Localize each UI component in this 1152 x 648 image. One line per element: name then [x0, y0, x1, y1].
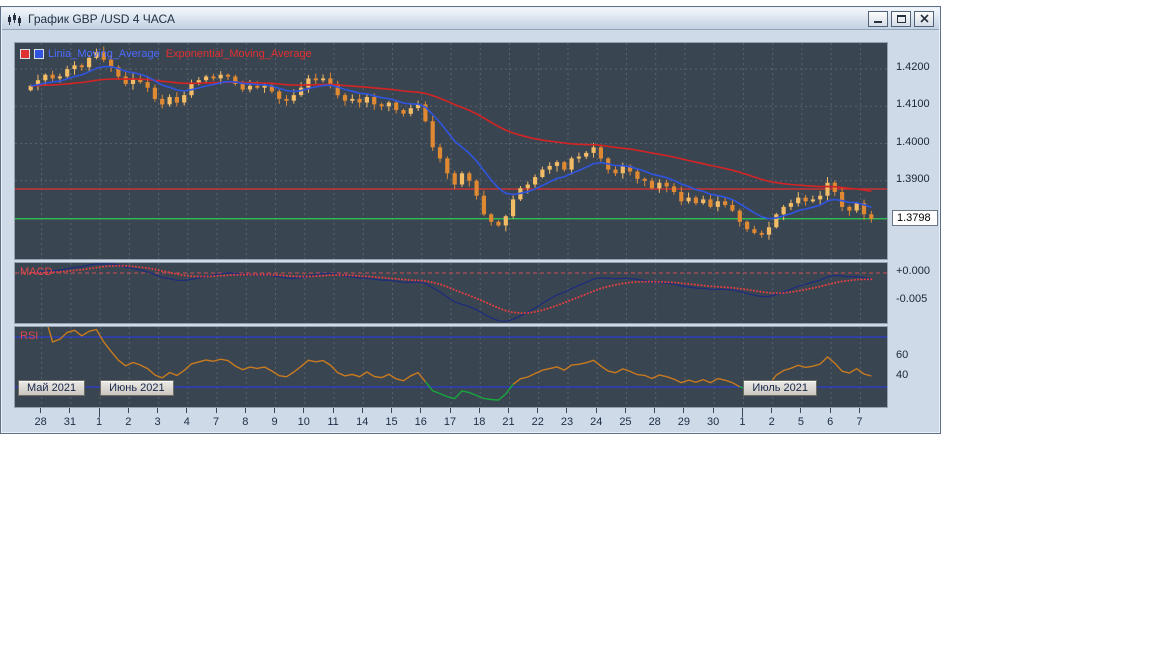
- x-axis-label: 7: [213, 416, 220, 428]
- rsi-axis-label: 60: [896, 349, 909, 361]
- macd-panel[interactable]: MACD: [14, 262, 888, 324]
- legend-swatch-blue: [34, 49, 44, 59]
- x-axis-tick: [800, 408, 802, 413]
- window-title: График GBP /USD 4 ЧАСА: [28, 11, 175, 26]
- x-axis-label: 22: [531, 416, 544, 428]
- x-axis-tick: [244, 408, 246, 413]
- x-axis-label: 2: [768, 416, 775, 428]
- x-axis-tick: [478, 408, 480, 413]
- x-axis-label: 16: [414, 416, 427, 428]
- rsi-panel[interactable]: RSI Май 2021 Июнь 2021 Июль 2021: [14, 326, 888, 408]
- x-axis-tick: [69, 408, 71, 413]
- x-axis-tick: [537, 408, 539, 413]
- x-axis-label: 21: [502, 416, 515, 428]
- x-axis-label: 23: [560, 416, 574, 428]
- price-axis-label: 1.4200: [896, 61, 930, 74]
- x-axis-tick: [566, 408, 568, 413]
- x-axis-label: 2: [125, 416, 132, 428]
- x-axis-label: 3: [154, 416, 161, 428]
- x-axis-label: 7: [856, 416, 863, 428]
- x-axis-label: 25: [619, 416, 632, 428]
- x-axis-label: 1: [96, 416, 103, 428]
- x-axis-tick: [215, 408, 217, 413]
- x-axis-tick: [858, 408, 860, 413]
- macd-label: MACD: [20, 266, 53, 278]
- minimize-button[interactable]: [868, 10, 888, 27]
- price-chart-panel[interactable]: Linia_Moving_Average Exponential_Moving_…: [14, 42, 888, 260]
- x-axis-tick: [624, 408, 626, 413]
- x-axis-tick: [829, 408, 831, 413]
- x-axis: 28 31 1 2 3 4 7 8 9 10 11 14 15 16 17 18 21 22 23 24 25 28 29 3…: [14, 408, 888, 430]
- x-axis-tick: [186, 408, 188, 413]
- legend-ma-label: Linia_Moving_Average: [48, 48, 160, 60]
- legend-swatch-red: [20, 49, 30, 59]
- x-axis-tick: [683, 408, 685, 413]
- legend: Linia_Moving_Average Exponential_Moving_…: [20, 48, 312, 60]
- price-axis-label: 1.4000: [896, 135, 930, 148]
- price-axis-label: 1.4100: [896, 98, 930, 111]
- month-marker: Июль 2021: [743, 380, 817, 396]
- x-axis-label: 31: [63, 416, 76, 428]
- window-buttons: [868, 10, 934, 27]
- x-axis-tick: [127, 408, 129, 413]
- minimize-icon: [874, 20, 882, 23]
- titlebar[interactable]: График GBP /USD 4 ЧАСА: [2, 8, 939, 30]
- legend-ema-label: Exponential_Moving_Average: [165, 48, 312, 60]
- x-axis-tick: [595, 408, 597, 413]
- current-price-tag: 1.3798: [892, 209, 938, 226]
- x-axis-label: 17: [443, 416, 457, 428]
- maximize-button[interactable]: [891, 10, 911, 27]
- x-axis-tick: [771, 408, 773, 413]
- rsi-label: RSI: [20, 330, 39, 342]
- x-axis-label: 14: [356, 416, 369, 428]
- x-axis-label: 28: [648, 416, 661, 428]
- x-axis-label: 4: [183, 416, 190, 428]
- x-axis-tick: [157, 408, 159, 413]
- close-icon: [919, 14, 929, 23]
- x-axis-tick: [391, 408, 393, 413]
- x-axis-label: 15: [385, 416, 398, 428]
- x-axis-label: 6: [827, 416, 834, 428]
- y-axis: 1.3798 1.4200 1.4100 1.4000 1.3900 +0.000 -0.…: [892, 30, 939, 432]
- price-axis-label: 1.3900: [896, 172, 930, 185]
- x-axis-tick: [332, 408, 334, 413]
- macd-chart[interactable]: [15, 263, 887, 323]
- x-axis-label: 11: [327, 416, 339, 428]
- x-axis-label: 1: [739, 416, 746, 428]
- maximize-icon: [896, 14, 906, 23]
- window-body: Linia_Moving_Average Exponential_Moving_…: [2, 30, 939, 432]
- x-axis-tick: [420, 408, 422, 413]
- x-axis-tick: [40, 408, 42, 413]
- x-axis-tick: [449, 408, 451, 413]
- x-axis-tick: [507, 408, 509, 413]
- month-marker: Июнь 2021: [100, 380, 174, 396]
- x-axis-label: 8: [242, 416, 249, 428]
- macd-axis-label: -0.005: [896, 292, 928, 305]
- x-axis-label: 28: [34, 416, 47, 428]
- x-axis-tick: [303, 408, 305, 413]
- app-icon: [8, 12, 21, 26]
- chart-window: График GBP /USD 4 ЧАСА Linia_Moving_Aver…: [0, 6, 941, 434]
- close-button[interactable]: [914, 10, 934, 27]
- x-axis-label: 29: [677, 416, 691, 428]
- candlestick-chart[interactable]: [15, 43, 887, 259]
- x-axis-tick: [361, 408, 363, 413]
- month-marker: Май 2021: [18, 380, 86, 396]
- macd-axis-label: +0.000: [896, 265, 930, 277]
- x-axis-tick: [712, 408, 714, 413]
- x-axis-tick: [654, 408, 656, 413]
- x-axis-label: 10: [297, 416, 310, 428]
- x-axis-label: 30: [707, 416, 720, 428]
- x-axis-label: 9: [271, 416, 278, 428]
- x-axis-label: 5: [797, 416, 804, 428]
- rsi-axis-label: 40: [896, 369, 909, 381]
- x-axis-label: 24: [590, 416, 603, 428]
- x-axis-tick: [274, 408, 276, 413]
- x-axis-label: 18: [473, 416, 486, 428]
